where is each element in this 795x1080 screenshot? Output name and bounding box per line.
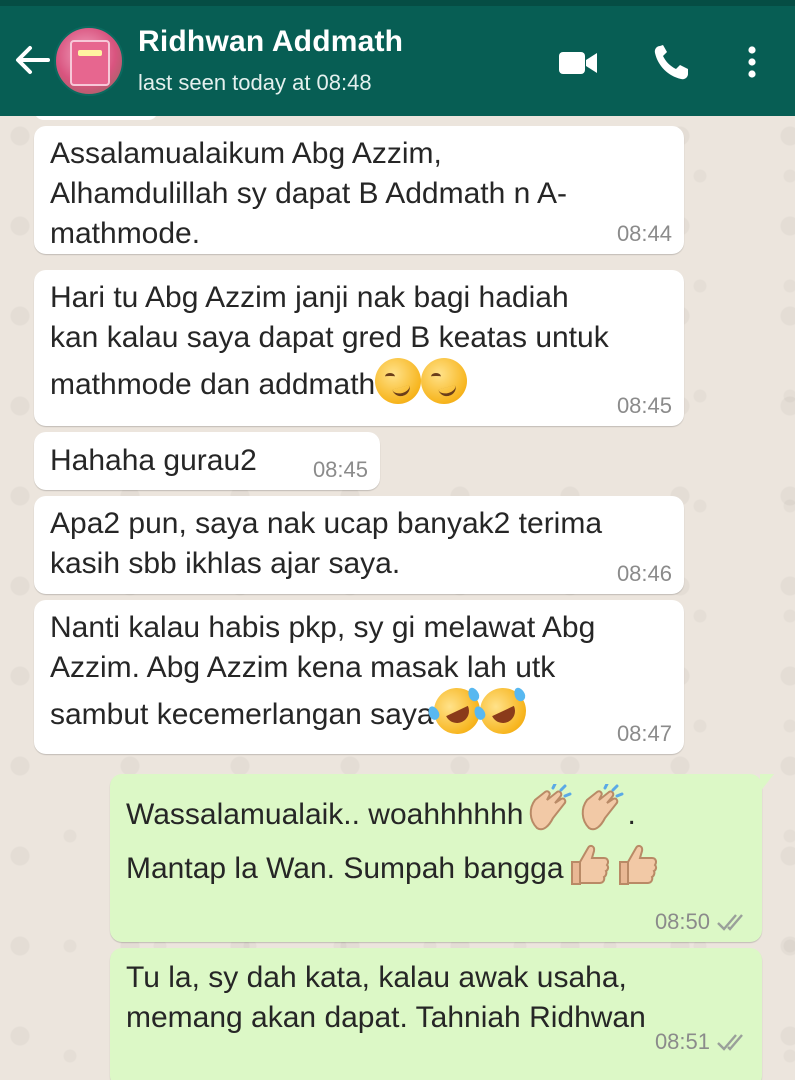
incoming-message[interactable]: Hari tu Abg Azzim janji nak bagi hadiah … bbox=[34, 270, 684, 426]
message-line: Alhamdulillah sy dapat B Addmath n A- bbox=[50, 177, 567, 210]
message-line: Apa2 pun, saya nak ucap banyak2 terima bbox=[50, 507, 603, 540]
last-seen-status: last seen today at 08:48 bbox=[138, 70, 372, 95]
video-call-icon[interactable] bbox=[556, 42, 600, 82]
message-time: 08:47 bbox=[616, 721, 672, 746]
outgoing-message[interactable]: Wassalamualaik.. woahhhhhh . Mantap la W… bbox=[110, 774, 774, 942]
message-line: . bbox=[627, 798, 636, 831]
message-time: 08:46 bbox=[616, 561, 672, 586]
clapping-hands-emoji bbox=[530, 784, 572, 831]
phone-icon[interactable] bbox=[650, 42, 694, 82]
clapping-hands-emoji bbox=[582, 784, 624, 831]
contact-name[interactable]: Ridhwan Addmath bbox=[138, 25, 403, 59]
message-line: sambut kecemerlangan saya bbox=[50, 698, 434, 731]
outgoing-message[interactable]: Tu la, sy dah kata, kalau awak usaha, me… bbox=[110, 948, 762, 1080]
thumbs-up-emoji bbox=[618, 844, 657, 885]
read-double-tick-icon bbox=[717, 914, 743, 931]
message-line: Hari tu Abg Azzim janji nak bagi hadiah bbox=[50, 281, 569, 314]
message-line: kasih sbb ikhlas ajar saya. bbox=[50, 547, 401, 580]
message-time: 08:51 bbox=[655, 1030, 750, 1054]
incoming-message[interactable]: Nanti kalau habis pkp, sy gi melawat Abg… bbox=[34, 600, 684, 754]
chat-area[interactable]: Assalamualaikum Abg Azzim, Alhamdulillah… bbox=[0, 116, 795, 1080]
message-line: memang akan dapat. Tahniah Ridhwan bbox=[126, 1001, 646, 1034]
more-vert-icon[interactable] bbox=[730, 42, 774, 82]
message-line: Azzim. Abg Azzim kena masak lah utk bbox=[50, 651, 556, 684]
contact-avatar[interactable] bbox=[54, 26, 124, 96]
message-line: mathmode dan addmath bbox=[50, 368, 376, 401]
chat-header: Ridhwan Addmath last seen today at 08:48 bbox=[0, 6, 795, 116]
incoming-message[interactable]: Apa2 pun, saya nak ucap banyak2 terima k… bbox=[34, 496, 684, 594]
message-line: Assalamualaikum Abg Azzim, bbox=[50, 137, 442, 170]
incoming-message[interactable]: Hahaha gurau2 08:45 bbox=[34, 432, 380, 490]
message-line: Tu la, sy dah kata, kalau awak usaha, bbox=[126, 961, 627, 994]
message-line: mathmode. bbox=[50, 217, 201, 250]
smirking-face-emoji bbox=[421, 358, 468, 404]
message-line: Wassalamualaik.. woahhhhhh bbox=[126, 798, 524, 831]
message-time: 08:44 bbox=[616, 221, 672, 246]
message-line: Nanti kalau habis pkp, sy gi melawat Abg bbox=[50, 611, 596, 644]
previous-message-edge bbox=[34, 116, 158, 120]
thumbs-up-emoji bbox=[570, 844, 609, 885]
message-time: 08:45 bbox=[616, 393, 672, 418]
back-arrow-icon[interactable] bbox=[12, 40, 52, 80]
message-time: 08:50 bbox=[655, 910, 750, 934]
incoming-message[interactable]: Assalamualaikum Abg Azzim, Alhamdulillah… bbox=[34, 126, 684, 254]
read-double-tick-icon bbox=[717, 1034, 743, 1051]
rolling-laughing-emoji bbox=[471, 680, 534, 742]
message-time: 08:45 bbox=[312, 457, 368, 482]
smirking-face-emoji bbox=[375, 358, 422, 404]
message-line: Mantap la Wan. Sumpah bangga bbox=[126, 852, 564, 885]
message-line: kan kalau saya dapat gred B keatas untuk bbox=[50, 321, 609, 354]
